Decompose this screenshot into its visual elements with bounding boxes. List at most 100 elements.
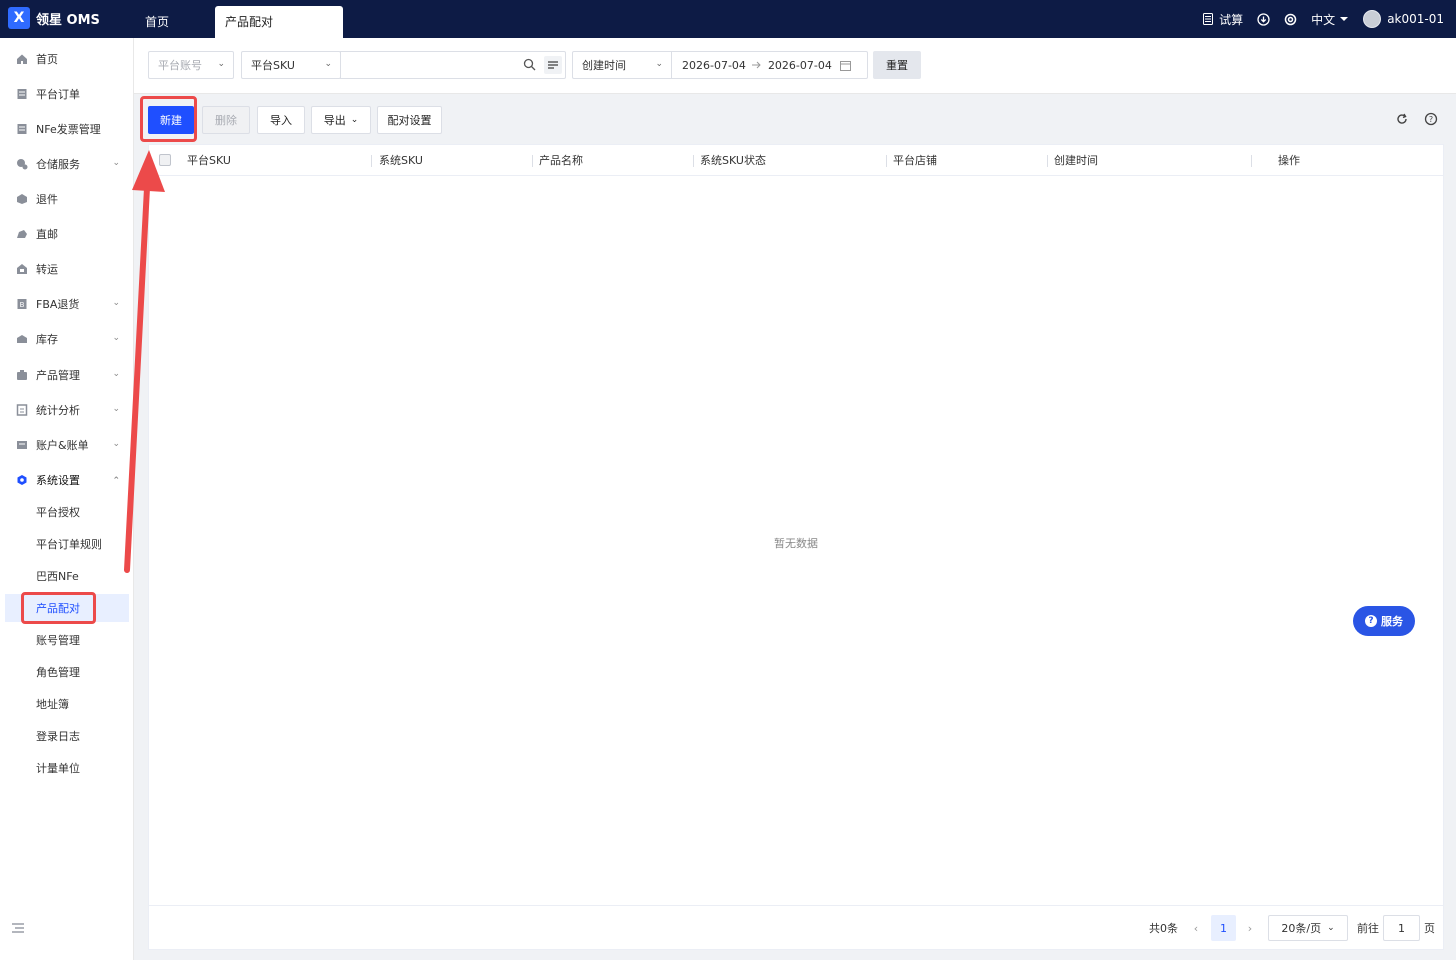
sidebar-subitem-brazil-nfe[interactable]: 巴西NFe [5, 562, 129, 590]
pair-settings-button[interactable]: 配对设置 [377, 106, 442, 134]
sidebar-item-label: 转运 [36, 263, 58, 276]
order-icon [17, 89, 27, 99]
prev-page-icon[interactable]: ‹ [1189, 915, 1203, 941]
sidebar-item-direct-mail[interactable]: 直邮 [0, 219, 134, 249]
page-number-current[interactable]: 1 [1211, 915, 1236, 941]
sidebar-item-warehouse-service[interactable]: 仓储服务 ⌄ [0, 149, 134, 179]
download-button[interactable] [1257, 12, 1270, 26]
platform-account-placeholder: 平台账号 [158, 59, 202, 72]
direct-mail-icon [17, 230, 27, 238]
chevron-down-icon: ⌄ [350, 115, 359, 125]
settings-hex-icon [17, 475, 27, 485]
tab-product-pairing[interactable]: 产品配对 [215, 6, 343, 38]
sidebar-item-label: 库存 [36, 333, 58, 346]
export-dropdown[interactable]: 导出 ⌄ [311, 106, 371, 134]
sidebar-subitem-label: 地址簿 [36, 698, 69, 711]
refresh-icon[interactable] [1395, 112, 1409, 126]
sidebar-item-accounts-bills[interactable]: 账户&账单 ⌄ [0, 430, 134, 460]
trial-button[interactable]: 试算 [1202, 11, 1243, 28]
platform-account-select[interactable]: 平台账号 ⌄ [148, 51, 234, 79]
sidebar-subitem-platform-auth[interactable]: 平台授权 [5, 498, 129, 526]
download-icon [1257, 12, 1270, 26]
settings-button[interactable] [1284, 13, 1297, 26]
service-button[interactable]: ? 服务 [1353, 606, 1415, 636]
select-all-checkbox[interactable] [159, 154, 171, 166]
sidebar-subitem-units[interactable]: 计量单位 [5, 754, 129, 782]
bill-icon [17, 441, 27, 449]
sidebar-item-product-management[interactable]: 产品管理 ⌄ [0, 360, 134, 390]
time-type-value: 创建时间 [582, 59, 626, 72]
sidebar-item-label: 退件 [36, 193, 58, 206]
home-icon [17, 54, 27, 64]
sidebar-item-label: 直邮 [36, 228, 58, 241]
column-header-created-time: 创建时间 [1054, 154, 1098, 167]
avatar [1363, 10, 1382, 28]
sidebar-item-fba-returns[interactable]: B FBA退货 ⌄ [0, 289, 134, 319]
question-icon: ? [1365, 615, 1377, 627]
sidebar-item-statistics[interactable]: 统计分析 ⌄ [0, 395, 134, 425]
sidebar-item-inventory[interactable]: 库存 ⌄ [0, 324, 134, 354]
page-size-select[interactable]: 20条/页 ⌄ [1268, 915, 1348, 941]
sidebar-subitem-address-book[interactable]: 地址簿 [5, 690, 129, 718]
sidebar-subitem-label: 计量单位 [36, 762, 80, 775]
delete-button[interactable]: 删除 [202, 106, 250, 134]
help-icon[interactable]: ? [1424, 112, 1438, 126]
date-start: 2026-07-04 [682, 58, 746, 72]
sidebar: 首页 平台订单 NFe发票管理 仓储服务 ⌄ 退件 直邮 转运 B FBA退货 … [0, 38, 134, 960]
sidebar-subitem-role-management[interactable]: 角色管理 [5, 658, 129, 686]
sidebar-item-system-settings[interactable]: 系统设置 ⌃ [0, 465, 134, 495]
batch-search-button[interactable] [544, 56, 562, 74]
app-logo[interactable]: X 领星 OMS [8, 7, 100, 29]
logo-icon: X [8, 7, 30, 29]
column-divider [693, 155, 694, 167]
collapse-menu-icon[interactable] [12, 923, 24, 933]
table-header: 平台SKU 系统SKU 产品名称 系统SKU状态 平台店铺 创建时间 操作 [149, 145, 1443, 176]
sidebar-item-label: NFe发票管理 [36, 123, 101, 136]
sidebar-subitem-label: 平台授权 [36, 506, 80, 519]
trial-label: 试算 [1219, 12, 1244, 27]
reset-button[interactable]: 重置 [873, 51, 921, 79]
page-unit-label: 页 [1424, 922, 1435, 935]
chevron-up-icon: ⌃ [112, 476, 120, 486]
export-label: 导出 [323, 114, 346, 127]
column-divider [1047, 155, 1048, 167]
sidebar-subitem-order-rules[interactable]: 平台订单规则 [5, 530, 129, 558]
chevron-down-icon: ⌄ [112, 298, 120, 308]
sidebar-item-nfe-invoice[interactable]: NFe发票管理 [0, 114, 134, 144]
tab-label: 首页 [145, 15, 170, 29]
chevron-down-icon: ⌄ [1327, 923, 1335, 933]
top-right-actions: 试算 中文 ak001-01 [1188, 0, 1444, 38]
gear-icon [1284, 13, 1297, 25]
time-type-select[interactable]: 创建时间 ⌄ [572, 51, 672, 79]
empty-state-text: 暂无数据 [774, 537, 818, 550]
column-header-actions: 操作 [1278, 154, 1300, 167]
language-selector[interactable]: 中文 [1311, 11, 1349, 28]
fba-icon: B [17, 299, 27, 309]
data-table: 平台SKU 系统SKU 产品名称 系统SKU状态 平台店铺 创建时间 操作 暂无… [148, 144, 1444, 950]
date-range-picker[interactable]: 2026-07-04 2026-07-04 [672, 51, 868, 79]
search-icon[interactable] [523, 58, 536, 71]
import-button[interactable]: 导入 [257, 106, 305, 134]
sidebar-subitem-label: 巴西NFe [36, 570, 79, 583]
svg-text:?: ? [1429, 115, 1433, 124]
sidebar-subitem-account-management[interactable]: 账号管理 [5, 626, 129, 654]
sidebar-subitem-label: 平台订单规则 [36, 538, 102, 551]
date-end: 2026-07-04 [767, 58, 832, 72]
next-page-icon[interactable]: › [1243, 915, 1257, 941]
sidebar-item-transit[interactable]: 转运 [0, 254, 134, 284]
warehouse-icon [17, 159, 28, 170]
goto-label: 前往 [1357, 922, 1379, 935]
sidebar-item-returns[interactable]: 退件 [0, 184, 134, 214]
sidebar-item-label: 账户&账单 [36, 439, 89, 452]
user-menu[interactable]: ak001-01 [1363, 10, 1444, 28]
sku-type-select[interactable]: 平台SKU ⌄ [241, 51, 341, 79]
sidebar-subitem-label: 账号管理 [36, 634, 80, 647]
tab-home[interactable]: 首页 [135, 6, 215, 38]
sidebar-item-platform-orders[interactable]: 平台订单 [0, 79, 134, 109]
return-icon [17, 194, 27, 204]
calendar-icon [839, 60, 851, 71]
sidebar-item-home[interactable]: 首页 [0, 44, 134, 74]
invoice-icon [17, 124, 27, 134]
sidebar-subitem-login-log[interactable]: 登录日志 [5, 722, 129, 750]
goto-page-input[interactable]: 1 [1383, 915, 1420, 941]
